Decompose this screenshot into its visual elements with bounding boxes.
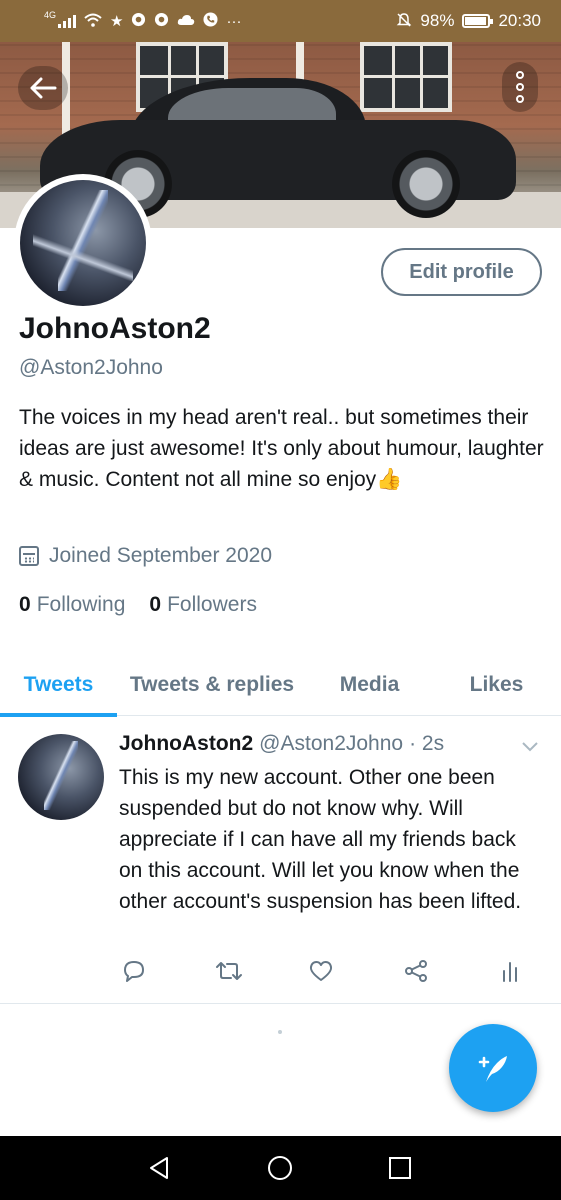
clock: 20:30 <box>498 11 541 30</box>
banner-window <box>360 42 452 112</box>
calendar-icon <box>19 546 39 566</box>
star-icon: ★ <box>110 12 124 30</box>
followers-link[interactable]: 0 Followers <box>149 593 257 617</box>
mute-bell-icon <box>396 12 412 31</box>
following-count: 0 <box>19 593 31 616</box>
car-wheel <box>392 150 460 218</box>
tab-likes[interactable]: Likes <box>432 654 561 716</box>
reply-icon[interactable] <box>119 958 149 984</box>
compose-tweet-button[interactable] <box>449 1024 537 1112</box>
tweet-text: This is my new account. Other one been s… <box>119 766 522 913</box>
car-window <box>168 88 336 122</box>
arrow-left-icon <box>30 77 57 99</box>
tweet-avatar[interactable] <box>18 734 104 820</box>
home-circle-icon[interactable] <box>266 1154 294 1182</box>
chrome-icon <box>131 12 146 30</box>
more-notifications: ··· <box>226 12 242 30</box>
tweet-header: JohnoAston2 @Aston2Johno · 2s <box>119 732 444 756</box>
tab-media[interactable]: Media <box>307 654 432 716</box>
joined-text: Joined September 2020 <box>49 544 272 567</box>
wifi-icon <box>84 13 102 30</box>
followers-count: 0 <box>149 593 162 616</box>
tweet-time: · 2s <box>409 732 445 755</box>
status-right: 98% 20:30 <box>396 11 541 31</box>
profile-handle: @Aston2Johno <box>19 356 163 379</box>
tweet-author-handle: @Aston2Johno <box>259 732 404 755</box>
phone-icon <box>203 12 218 30</box>
status-bar: 4G ★ ··· 98% 20:30 <box>0 0 561 42</box>
following-link[interactable]: 0 Following <box>19 593 125 617</box>
profile-avatar[interactable] <box>14 174 152 312</box>
battery-percent: 98% <box>420 11 455 30</box>
tweet-actions <box>119 958 529 984</box>
tab-tweets-replies[interactable]: Tweets & replies <box>117 654 307 716</box>
tweet[interactable]: JohnoAston2 @Aston2Johno · 2s This is my… <box>0 716 561 1004</box>
vertical-dots-icon <box>516 71 524 79</box>
retweet-icon[interactable] <box>214 958 244 984</box>
profile-name: JohnoAston2 <box>19 312 211 345</box>
edit-profile-button[interactable]: Edit profile <box>381 248 542 296</box>
chevron-down-icon[interactable] <box>520 736 540 756</box>
avatar-image <box>20 180 146 306</box>
vertical-dots-icon <box>516 83 524 91</box>
profile-bio: The voices in my head aren't real.. but … <box>19 406 544 491</box>
recents-square-icon[interactable] <box>386 1154 414 1182</box>
back-button[interactable] <box>18 66 68 110</box>
more-options-button[interactable] <box>502 62 538 112</box>
tab-tweets[interactable]: Tweets <box>0 654 117 717</box>
following-label: Following <box>36 593 126 616</box>
system-nav-bar <box>0 1136 561 1200</box>
cloud-icon <box>177 14 195 29</box>
follow-stats: 0 Following 0 Followers <box>19 593 257 617</box>
network-type: 4G <box>44 10 57 20</box>
signal-icon <box>58 14 77 28</box>
profile-tabs: Tweets Tweets & replies Media Likes <box>0 654 561 717</box>
tweet-author-name: JohnoAston2 <box>119 732 254 755</box>
analytics-icon[interactable] <box>495 958 525 984</box>
scroll-indicator <box>278 1030 282 1034</box>
followers-label: Followers <box>167 593 257 616</box>
chrome-icon <box>154 12 169 30</box>
joined-date: Joined September 2020 <box>19 544 272 568</box>
status-left: 4G ★ ··· <box>44 10 242 30</box>
battery-icon <box>462 14 494 28</box>
back-triangle-icon[interactable] <box>145 1154 173 1182</box>
compose-tweet-icon <box>478 1056 507 1082</box>
vertical-dots-icon <box>516 95 524 103</box>
share-icon[interactable] <box>401 958 431 984</box>
like-icon[interactable] <box>306 958 336 984</box>
